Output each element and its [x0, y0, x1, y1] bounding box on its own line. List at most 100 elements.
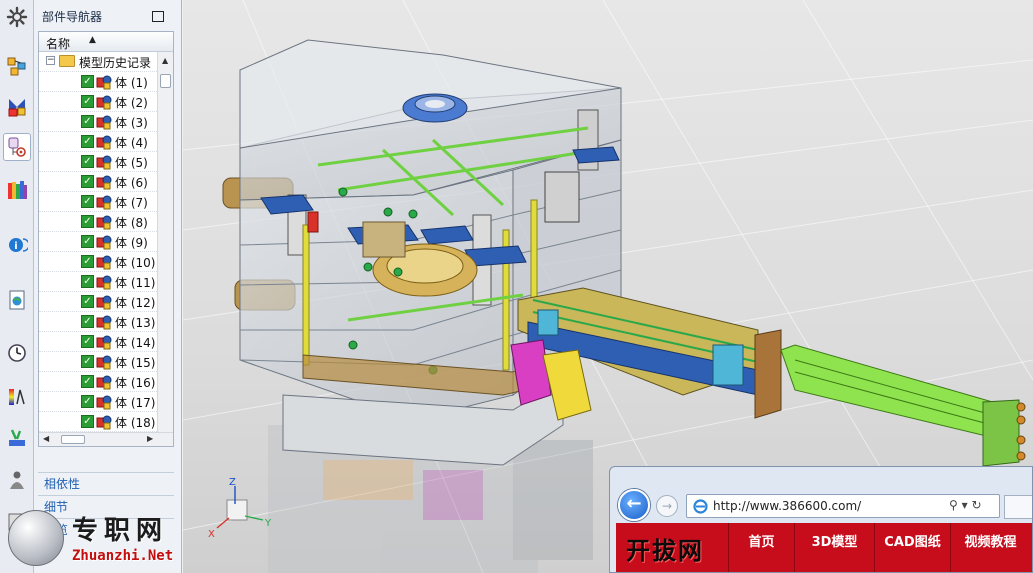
- scroll-right-icon[interactable]: ▶: [147, 434, 153, 443]
- nav-cad-drawings[interactable]: CAD图纸: [874, 523, 950, 572]
- tree-item-body[interactable]: ✓ 体 (7): [39, 192, 157, 212]
- web-browser-icon[interactable]: [3, 286, 31, 314]
- watermark-text-en: Zhuanzhi.Net: [72, 548, 174, 564]
- solid-body-icon: [96, 395, 112, 410]
- tree-item-body[interactable]: ✓ 体 (8): [39, 212, 157, 232]
- section-dependencies[interactable]: 相依性: [38, 472, 174, 494]
- tree-item-label: 体 (7): [115, 196, 148, 210]
- tree-item-body[interactable]: ✓ 体 (2): [39, 92, 157, 112]
- process-studio-icon[interactable]: [3, 424, 31, 452]
- visibility-checkbox[interactable]: ✓: [81, 415, 94, 428]
- tree-item-body[interactable]: ✓ 体 (13): [39, 312, 157, 332]
- visualization-icon[interactable]: [3, 383, 31, 411]
- watermark: 专职网 Zhuanzhi.Net: [4, 508, 184, 570]
- visibility-checkbox[interactable]: ✓: [81, 255, 94, 268]
- visibility-checkbox[interactable]: ✓: [81, 215, 94, 228]
- back-button[interactable]: ←: [618, 489, 650, 521]
- scroll-thumb[interactable]: [160, 74, 171, 88]
- tree-item-label: 体 (18): [115, 416, 156, 430]
- tree-item-label: 体 (10): [115, 256, 156, 270]
- tree-item-body[interactable]: ✓ 体 (6): [39, 172, 157, 192]
- tree-item-label: 体 (14): [115, 336, 156, 350]
- column-header-name: 名称: [46, 37, 71, 51]
- svg-text:i: i: [14, 241, 17, 252]
- visibility-checkbox[interactable]: ✓: [81, 95, 94, 108]
- address-tools-icons[interactable]: ⚲ ▾ ↻: [949, 498, 982, 512]
- constraint-navigator-icon[interactable]: [3, 93, 31, 121]
- tree-horizontal-scrollbar[interactable]: ◀ ▶: [39, 432, 173, 446]
- tree-root-model-history[interactable]: − 模型历史记录: [39, 52, 157, 72]
- collapse-icon[interactable]: −: [46, 56, 55, 65]
- sort-ascending-icon: ▲: [89, 35, 96, 45]
- visibility-checkbox[interactable]: ✓: [81, 315, 94, 328]
- tree-item-body[interactable]: ✓ 体 (17): [39, 392, 157, 412]
- solid-body-icon: [96, 135, 112, 150]
- locating-ring: [402, 93, 468, 123]
- forward-button[interactable]: →: [656, 495, 678, 517]
- visibility-checkbox[interactable]: ✓: [81, 295, 94, 308]
- axis-y-label: Y: [264, 518, 272, 529]
- assembly-navigator-icon[interactable]: [3, 52, 31, 80]
- browser-window[interactable]: ← → http://www.386600.com/ ⚲ ▾ ↻ 开拔网 首页 …: [609, 466, 1033, 573]
- roles-icon[interactable]: [3, 466, 31, 494]
- site-logo[interactable]: 开拔网: [626, 531, 704, 566]
- part-navigator-icon[interactable]: [3, 133, 31, 161]
- nav-video-tutorials[interactable]: 视频教程: [950, 523, 1030, 572]
- tree-item-body[interactable]: ✓ 体 (16): [39, 372, 157, 392]
- visibility-checkbox[interactable]: ✓: [81, 275, 94, 288]
- reuse-library-icon[interactable]: [3, 176, 31, 204]
- gear-icon[interactable]: [3, 3, 31, 31]
- visibility-checkbox[interactable]: ✓: [81, 195, 94, 208]
- visibility-checkbox[interactable]: ✓: [81, 155, 94, 168]
- visibility-checkbox[interactable]: ✓: [81, 175, 94, 188]
- solid-body-icon: [96, 255, 112, 270]
- tree-item-body[interactable]: ✓ 体 (12): [39, 292, 157, 312]
- solid-body-icon: [96, 415, 112, 430]
- scroll-up-icon[interactable]: ▲: [162, 56, 168, 65]
- browser-tab[interactable]: [1004, 495, 1032, 519]
- tree-item-body[interactable]: ✓ 体 (4): [39, 132, 157, 152]
- coordinate-triad: Z Y X: [208, 477, 272, 540]
- visibility-checkbox[interactable]: ✓: [81, 115, 94, 128]
- tree-item-label: 体 (11): [115, 276, 156, 290]
- navigator-tree[interactable]: 名称 ▲ − 模型历史记录 ✓ 体 (1) ✓ 体 (2) ✓ 体 (3) ✓ 体 (4) ✓ 体…: [38, 31, 174, 447]
- tree-item-body[interactable]: ✓ 体 (10): [39, 252, 157, 272]
- visibility-checkbox[interactable]: ✓: [81, 335, 94, 348]
- tree-item-body[interactable]: ✓ 体 (14): [39, 332, 157, 352]
- scroll-left-icon[interactable]: ◀: [43, 434, 49, 443]
- solid-body-icon: [96, 155, 112, 170]
- visibility-checkbox[interactable]: ✓: [81, 135, 94, 148]
- solid-body-icon: [96, 295, 112, 310]
- visibility-checkbox[interactable]: ✓: [81, 75, 94, 88]
- solid-body-icon: [96, 335, 112, 350]
- nav-home[interactable]: 首页: [728, 523, 794, 572]
- column-header[interactable]: 名称 ▲: [39, 32, 173, 52]
- tree-item-body[interactable]: ✓ 体 (9): [39, 232, 157, 252]
- address-bar[interactable]: http://www.386600.com/ ⚲ ▾ ↻: [686, 494, 1000, 518]
- visibility-checkbox[interactable]: ✓: [81, 355, 94, 368]
- tree-item-body[interactable]: ✓ 体 (5): [39, 152, 157, 172]
- tree-item-label: 体 (13): [115, 316, 156, 330]
- tree-vertical-scrollbar[interactable]: ▲ ▼: [157, 52, 173, 446]
- history-icon[interactable]: [3, 339, 31, 367]
- hd3d-tools-icon[interactable]: i: [3, 231, 31, 259]
- tree-item-body[interactable]: ✓ 体 (18): [39, 412, 157, 432]
- solid-body-icon: [96, 315, 112, 330]
- nav-3d-models[interactable]: 3D模型: [794, 523, 874, 572]
- folder-icon: [59, 55, 75, 67]
- watermark-text-cn: 专职网: [72, 516, 169, 546]
- maximize-icon[interactable]: [152, 11, 164, 22]
- visibility-checkbox[interactable]: ✓: [81, 395, 94, 408]
- tree-item-label: 体 (16): [115, 376, 156, 390]
- tree-item-body[interactable]: ✓ 体 (11): [39, 272, 157, 292]
- tree-item-label: 体 (6): [115, 176, 148, 190]
- solid-body-icon: [96, 75, 112, 90]
- tree-item-body[interactable]: ✓ 体 (15): [39, 352, 157, 372]
- visibility-checkbox[interactable]: ✓: [81, 375, 94, 388]
- ie-logo-icon: [693, 499, 708, 514]
- tree-item-body[interactable]: ✓ 体 (1): [39, 72, 157, 92]
- tree-item-body[interactable]: ✓ 体 (3): [39, 112, 157, 132]
- solid-body-icon: [96, 235, 112, 250]
- scroll-thumb-horizontal[interactable]: [61, 435, 85, 444]
- visibility-checkbox[interactable]: ✓: [81, 235, 94, 248]
